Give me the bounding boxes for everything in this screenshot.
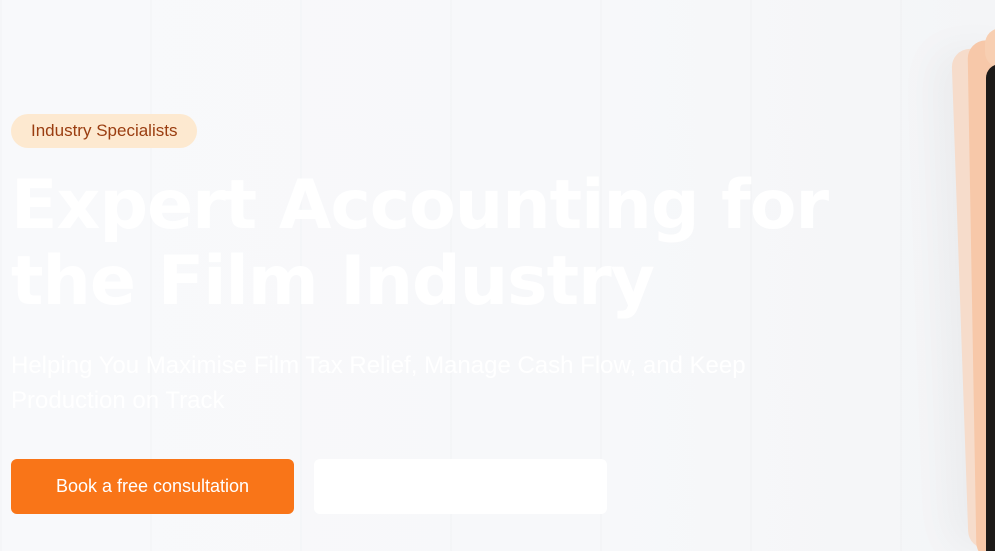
industry-badge: Industry Specialists xyxy=(11,114,198,148)
hero-subheadline: Helping You Maximise Film Tax Relief, Ma… xyxy=(11,352,746,414)
secondary-cta-button[interactable] xyxy=(314,459,607,514)
hero-headline: Expert Accounting for the Film Industry xyxy=(11,166,829,321)
book-consultation-button[interactable]: Book a free consultation xyxy=(11,459,294,514)
hero-section: Industry Specialists Expert Accounting f… xyxy=(0,0,995,551)
hero-image-card xyxy=(986,64,995,551)
